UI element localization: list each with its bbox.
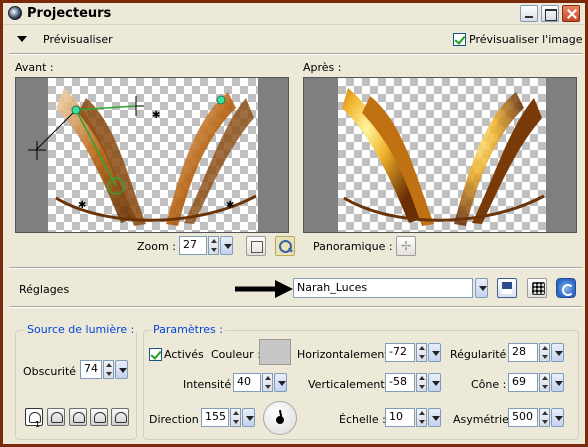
intensity-label: Intensité : [183, 378, 239, 391]
cone-label: Cône : [471, 378, 507, 391]
light-shape-4-button[interactable] [90, 408, 108, 426]
scale-dropdown[interactable] [428, 408, 441, 427]
direction-dropdown[interactable] [242, 408, 255, 427]
collapse-triangle-icon[interactable] [17, 36, 27, 42]
horizontal-dropdown[interactable] [428, 343, 441, 362]
zoom-label: Zoom : [137, 240, 176, 253]
asymmetry-input[interactable]: 500 [508, 408, 538, 427]
after-label: Après : [303, 61, 342, 74]
regularity-spinner[interactable] [539, 343, 550, 362]
light-shape-badge: 1 [35, 420, 41, 429]
color-label: Couleur : [211, 348, 261, 361]
cone-spinner[interactable] [539, 373, 550, 392]
scale-input[interactable]: 10 [385, 408, 415, 427]
before-label: Avant : [15, 61, 54, 74]
minimize-button[interactable] [520, 5, 538, 22]
active-checkbox[interactable] [149, 348, 162, 361]
direction-dial[interactable] [263, 401, 297, 435]
active-label[interactable]: Activés [164, 348, 204, 361]
preview-image-checkbox[interactable] [453, 33, 466, 46]
save-preset-icon[interactable] [497, 278, 517, 298]
divider [9, 267, 583, 269]
app-icon [8, 6, 22, 20]
intensity-dropdown[interactable] [274, 373, 287, 392]
cone-dropdown[interactable] [551, 373, 564, 392]
direction-input[interactable]: 155 [201, 408, 229, 427]
obscurity-spinner[interactable] [103, 360, 114, 379]
preview-header: Prévisualiser Prévisualiser l'image [9, 30, 583, 50]
light-shape-2-button[interactable] [47, 408, 65, 426]
after-image [342, 88, 545, 226]
randomize-icon[interactable] [527, 278, 547, 298]
vertical-dropdown[interactable] [428, 373, 441, 392]
zoom-input[interactable]: 27 [179, 236, 207, 255]
settings-label: Réglages [19, 283, 70, 296]
light-source-title: Source de lumière : [25, 323, 137, 336]
svg-text:✱: ✱ [152, 110, 160, 121]
close-button[interactable] [562, 5, 580, 22]
horizontal-spinner[interactable] [416, 343, 427, 362]
divider [9, 53, 583, 55]
maximize-button[interactable] [541, 5, 559, 22]
zoom-spinner[interactable] [208, 236, 219, 255]
asymmetry-dropdown[interactable] [551, 408, 564, 427]
light-shape-3-button[interactable] [69, 408, 87, 426]
vertical-input[interactable]: -58 [385, 373, 415, 392]
svg-text:✱: ✱ [226, 200, 234, 211]
scale-spinner[interactable] [416, 408, 427, 427]
obscurity-label: Obscurité : [23, 365, 84, 378]
title-bar[interactable]: Projecteurs [3, 3, 585, 25]
before-preview[interactable]: ✱ ✱ ✱ [15, 77, 289, 233]
obscurity-dropdown[interactable] [115, 360, 128, 379]
zoom-tool-icon[interactable] [275, 236, 295, 256]
before-image: ✱ ✱ ✱ [28, 88, 257, 226]
horizontal-input[interactable]: -72 [385, 343, 415, 362]
svg-text:✱: ✱ [78, 200, 86, 211]
regularity-dropdown[interactable] [551, 343, 564, 362]
direction-spinner[interactable] [230, 408, 241, 427]
asymmetry-label: Asymétrie : [453, 413, 517, 426]
pan-icon[interactable]: ✢ [396, 236, 416, 256]
parameters-title: Paramètres : [151, 323, 225, 336]
regularity-input[interactable]: 28 [508, 343, 538, 362]
light-shape-5-button[interactable] [111, 408, 129, 426]
projecteurs-dialog: Projecteurs Prévisualiser Prévisualiser … [0, 0, 588, 447]
zoom-dropdown[interactable] [220, 236, 233, 255]
direction-label: Direction : [149, 413, 206, 426]
window-title: Projecteurs [27, 6, 112, 21]
arrow-annotation-icon [235, 280, 293, 298]
cone-input[interactable]: 69 [508, 373, 538, 392]
divider [9, 306, 583, 308]
light-shape-1-button[interactable] [25, 408, 43, 426]
pan-label: Panoramique : [313, 240, 393, 253]
fit-to-window-icon[interactable] [246, 236, 266, 256]
after-preview[interactable] [303, 77, 577, 233]
reset-icon[interactable] [556, 278, 576, 298]
vertical-spinner[interactable] [416, 373, 427, 392]
intensity-input[interactable]: 40 [233, 373, 261, 392]
intensity-spinner[interactable] [262, 373, 273, 392]
preview-toggle-label[interactable]: Prévisualiser [43, 33, 113, 46]
preset-combobox[interactable]: Narah_Luces [293, 278, 473, 298]
obscurity-input[interactable]: 74 [80, 360, 102, 379]
preview-image-label[interactable]: Prévisualiser l'image [469, 33, 582, 46]
dial-knob [276, 416, 284, 424]
horizontal-label: Horizontalement : [297, 348, 396, 361]
regularity-label: Régularité : [450, 348, 514, 361]
asymmetry-spinner[interactable] [539, 408, 550, 427]
scale-label: Échelle : [339, 413, 386, 426]
preset-dropdown[interactable] [475, 278, 488, 298]
vertical-label: Verticalement : [308, 378, 392, 391]
color-swatch[interactable] [259, 339, 291, 365]
